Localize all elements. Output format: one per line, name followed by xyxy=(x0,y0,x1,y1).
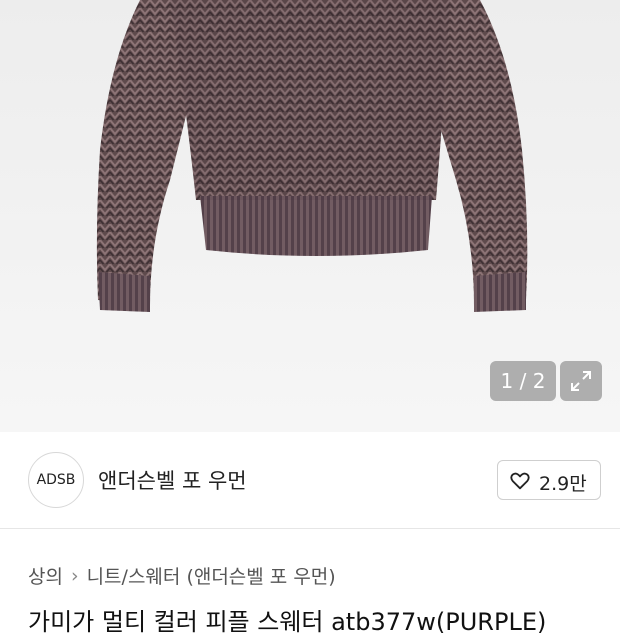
expand-button[interactable] xyxy=(560,361,602,401)
like-count: 2.9만 xyxy=(539,473,587,495)
breadcrumb: 상의 › 니트/스웨터 (앤더슨벨 포 우먼) xyxy=(28,562,336,589)
chevron-right-icon: › xyxy=(70,564,79,587)
breadcrumb-item-knit[interactable]: 니트/스웨터 xyxy=(87,566,181,588)
brand-name[interactable]: 앤더슨벨 포 우먼 xyxy=(98,465,247,495)
brand-row[interactable]: ADSB 앤더슨벨 포 우먼 2.9만 xyxy=(0,432,620,529)
expand-icon xyxy=(571,371,591,391)
heart-icon xyxy=(510,472,530,490)
breadcrumb-item-brand[interactable]: (앤더슨벨 포 우먼) xyxy=(186,566,335,588)
brand-logo[interactable]: ADSB xyxy=(28,452,84,508)
breadcrumb-item-top[interactable]: 상의 xyxy=(28,566,63,588)
image-pager: 1 / 2 xyxy=(490,361,556,401)
like-button[interactable]: 2.9만 xyxy=(497,460,601,500)
product-image-gallery[interactable]: 1 / 2 xyxy=(0,0,620,432)
